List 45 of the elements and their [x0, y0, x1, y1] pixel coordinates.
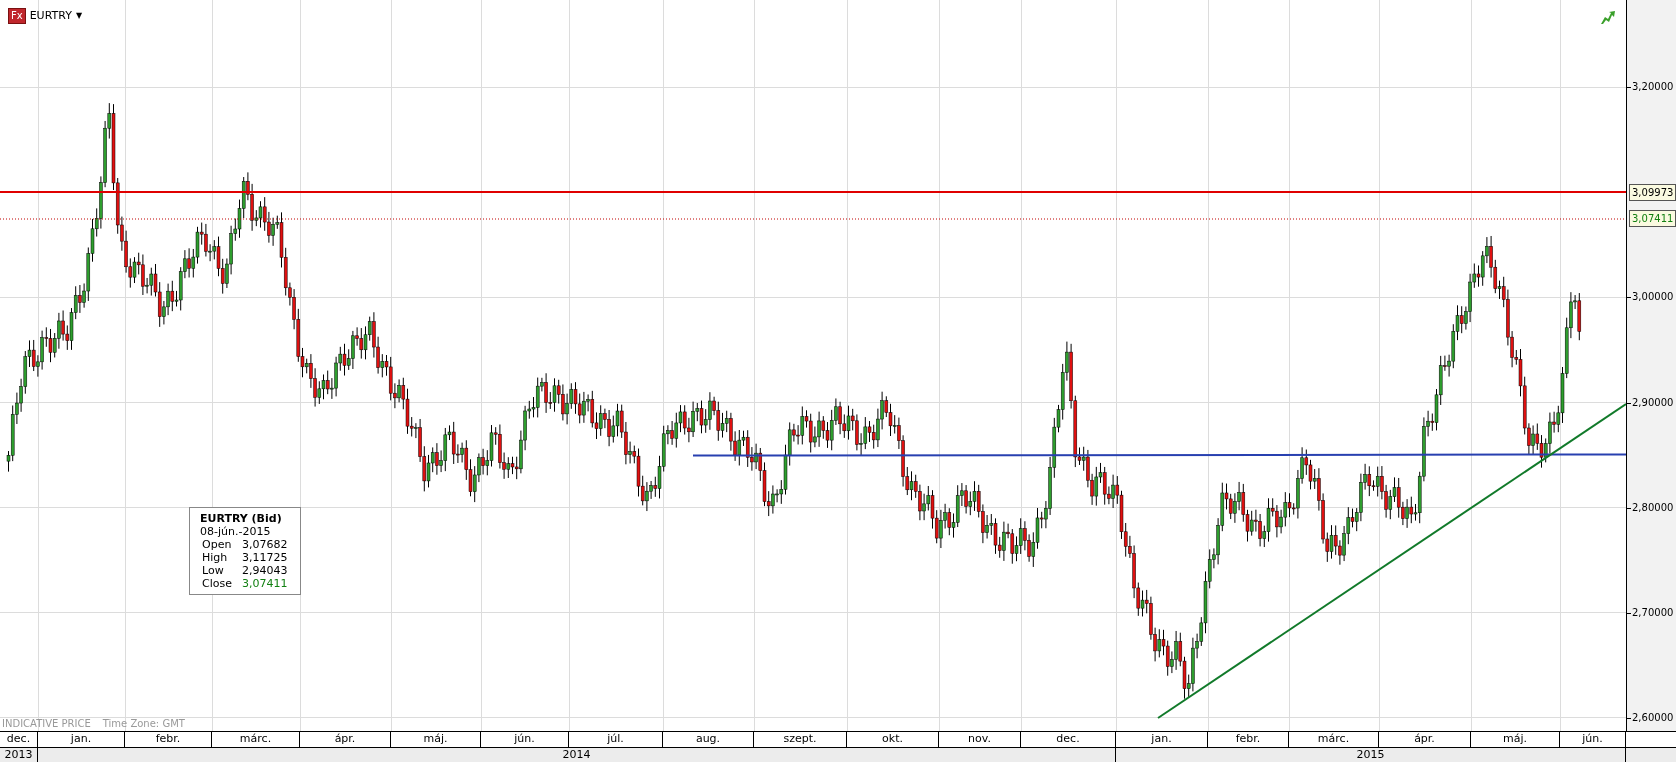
tooltip-value: 3,07682 [242, 538, 288, 551]
month-label: márc. [212, 732, 300, 747]
month-label: ápr. [1379, 732, 1471, 747]
tooltip-title: EURTRY (Bid) [200, 512, 283, 525]
symbol-dropdown[interactable]: EURTRY ▼ [29, 8, 83, 25]
month-label: dec. [1021, 732, 1116, 747]
month-label: febr. [125, 732, 212, 747]
month-label: okt. [847, 732, 939, 747]
axis-label: 3,20000 [1632, 81, 1674, 93]
tooltip-value: 3,07411 [242, 577, 288, 590]
month-label: jan. [38, 732, 125, 747]
tooltip-label: Open [201, 538, 233, 551]
year-label: 2015 [1116, 748, 1626, 762]
year-label: 2014 [38, 748, 1116, 762]
year-label: 2013 [0, 748, 38, 762]
tooltip-value: 2,94043 [242, 564, 288, 577]
month-label: aug. [663, 732, 754, 747]
price-tag: 3,09973 [1629, 184, 1676, 201]
month-label: jún. [1560, 732, 1626, 747]
tooltip-label: High [201, 551, 229, 564]
month-label: márc. [1289, 732, 1379, 747]
axis-label: 2,90000 [1632, 397, 1674, 409]
time-zone-note: Time Zone: GMT [102, 717, 185, 731]
month-label: máj. [1471, 732, 1560, 747]
month-label: máj. [391, 732, 481, 747]
month-label: dec. [0, 732, 38, 747]
tooltip-label: Close [201, 577, 233, 590]
axis-label: 2,60000 [1632, 712, 1674, 724]
axis-label: 2,70000 [1632, 607, 1674, 619]
month-label: febr. [1208, 732, 1289, 747]
month-label: jan. [1116, 732, 1208, 747]
indicative-price-note: INDICATIVE PRICE [2, 717, 91, 731]
month-label: jún. [481, 732, 569, 747]
month-label: ápr. [300, 732, 391, 747]
tooltip-value: 3,11725 [242, 551, 288, 564]
trend-up-icon [1601, 11, 1615, 24]
tooltip-label: Low [201, 564, 225, 577]
axis-label: 2,80000 [1632, 502, 1674, 514]
price-tag: 3,07411 [1629, 210, 1676, 227]
axis-label: 3,00000 [1632, 291, 1674, 303]
tooltip-date: 08-jún.-2015 [200, 525, 272, 538]
month-label: nov. [939, 732, 1021, 747]
fx-logo-icon: Fx [8, 8, 26, 25]
month-label: szept. [754, 732, 847, 747]
month-label: júl. [569, 732, 663, 747]
